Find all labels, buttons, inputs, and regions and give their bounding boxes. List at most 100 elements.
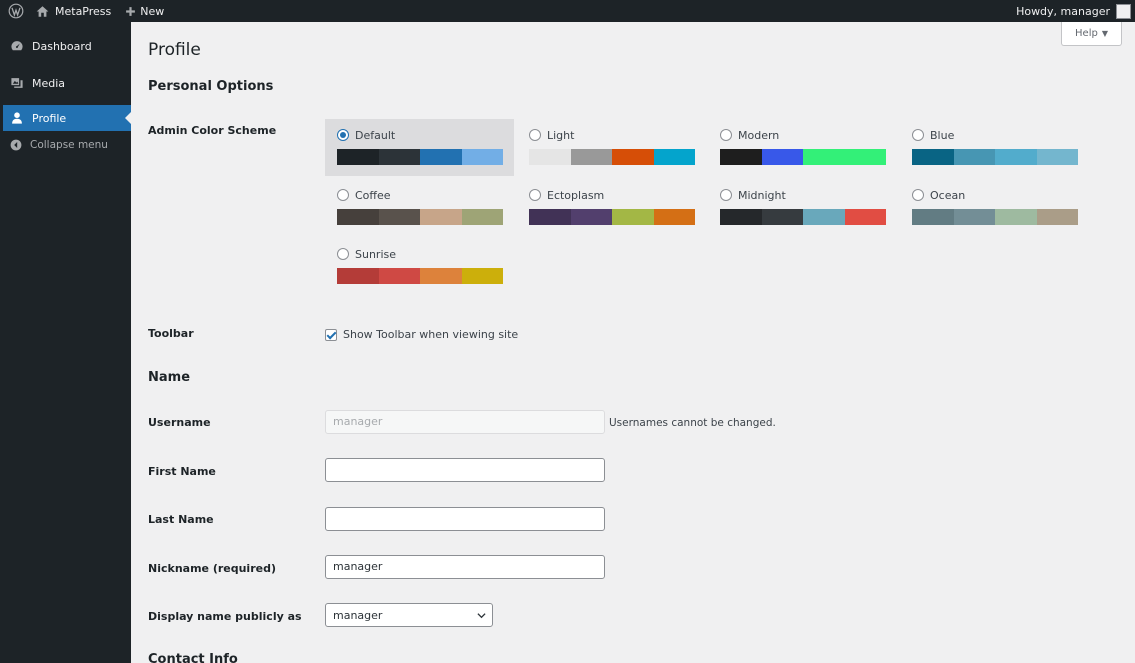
color-swatch bbox=[337, 268, 379, 284]
color-swatch bbox=[912, 209, 954, 225]
color-swatch bbox=[612, 149, 654, 165]
sidebar-item-dashboard[interactable]: Dashboard bbox=[0, 29, 131, 63]
page-title: Profile bbox=[148, 40, 201, 60]
color-scheme-option[interactable]: Light bbox=[517, 119, 706, 176]
show-toolbar-label[interactable]: Show Toolbar when viewing site bbox=[343, 328, 518, 341]
color-swatches bbox=[720, 209, 886, 225]
color-swatches bbox=[720, 149, 886, 165]
color-scheme-radio[interactable] bbox=[337, 129, 349, 141]
color-swatches bbox=[529, 149, 695, 165]
collapse-menu-button[interactable]: Collapse menu bbox=[0, 134, 131, 156]
color-swatch bbox=[803, 149, 845, 165]
username-note: Usernames cannot be changed. bbox=[609, 417, 776, 429]
site-name-link[interactable]: MetaPress bbox=[32, 0, 119, 22]
home-icon bbox=[36, 5, 49, 17]
color-scheme-option[interactable]: Blue bbox=[900, 119, 1089, 176]
color-scheme-radio[interactable] bbox=[337, 189, 349, 201]
wordpress-logo-icon[interactable] bbox=[0, 0, 32, 22]
color-swatches bbox=[337, 209, 503, 225]
collapse-menu-label: Collapse menu bbox=[30, 139, 108, 151]
label-first-name: First Name bbox=[148, 465, 216, 478]
help-button[interactable]: Help ▼ bbox=[1061, 22, 1122, 46]
color-scheme-option[interactable]: Ectoplasm bbox=[517, 179, 706, 236]
last-name-input[interactable] bbox=[325, 507, 605, 531]
color-scheme-option[interactable]: Ocean bbox=[900, 179, 1089, 236]
color-scheme-name: Ocean bbox=[930, 188, 966, 202]
color-swatch bbox=[461, 268, 503, 284]
color-swatch bbox=[378, 209, 420, 225]
color-scheme-name: Sunrise bbox=[355, 247, 397, 261]
color-swatch bbox=[995, 149, 1037, 165]
display-name-select[interactable]: manager bbox=[325, 603, 493, 627]
color-scheme-name: Modern bbox=[738, 128, 780, 142]
color-swatch bbox=[420, 268, 462, 284]
color-scheme-radio[interactable] bbox=[337, 248, 349, 260]
color-scheme-option[interactable]: Default bbox=[325, 119, 514, 176]
color-swatch bbox=[1036, 149, 1078, 165]
main-content: Help ▼ Profile Personal Options Admin Co… bbox=[131, 22, 1135, 663]
my-account-link[interactable]: Howdy, manager bbox=[1016, 0, 1135, 22]
color-scheme-radio[interactable] bbox=[912, 189, 924, 201]
color-swatch bbox=[761, 209, 803, 225]
color-scheme-radio[interactable] bbox=[529, 129, 541, 141]
color-swatch bbox=[844, 149, 886, 165]
color-scheme-name: Midnight bbox=[738, 188, 786, 202]
section-title-name: Name bbox=[148, 370, 191, 385]
color-swatch bbox=[953, 149, 995, 165]
sidebar-item-profile[interactable]: Profile bbox=[3, 105, 131, 131]
color-scheme-radio[interactable] bbox=[529, 189, 541, 201]
color-swatch bbox=[529, 149, 571, 165]
admin-bar: MetaPress New Howdy, manager bbox=[0, 0, 1135, 22]
help-label: Help bbox=[1075, 28, 1098, 39]
color-swatch bbox=[653, 149, 695, 165]
color-swatch bbox=[420, 209, 462, 225]
color-scheme-radio[interactable] bbox=[720, 129, 732, 141]
section-title-contact-info: Contact Info bbox=[148, 652, 238, 663]
color-swatch bbox=[337, 149, 379, 165]
username-input: manager bbox=[325, 410, 605, 434]
color-swatch bbox=[570, 209, 612, 225]
new-label: New bbox=[140, 4, 165, 18]
color-scheme-option[interactable]: Coffee bbox=[325, 179, 514, 236]
color-swatch bbox=[378, 149, 420, 165]
chevron-down-icon bbox=[477, 612, 486, 618]
color-swatches bbox=[912, 149, 1078, 165]
new-content-link[interactable]: New bbox=[119, 0, 170, 22]
display-name-selected-value: manager bbox=[333, 608, 383, 622]
label-admin-color-scheme: Admin Color Scheme bbox=[148, 124, 277, 137]
color-scheme-option[interactable]: Midnight bbox=[708, 179, 897, 236]
color-scheme-name: Ectoplasm bbox=[547, 188, 605, 202]
color-scheme-name: Default bbox=[355, 128, 396, 142]
show-toolbar-checkbox[interactable] bbox=[325, 328, 337, 341]
sidebar-item-media[interactable]: Media bbox=[0, 66, 131, 100]
color-scheme-name: Light bbox=[547, 128, 575, 142]
first-name-input[interactable] bbox=[325, 458, 605, 482]
caret-down-icon: ▼ bbox=[1101, 29, 1108, 38]
color-swatch bbox=[529, 209, 571, 225]
color-swatch bbox=[612, 209, 654, 225]
sidebar-item-label: Media bbox=[32, 76, 66, 90]
color-swatch bbox=[844, 209, 886, 225]
color-scheme-option[interactable]: Modern bbox=[708, 119, 897, 176]
color-scheme-radio[interactable] bbox=[720, 189, 732, 201]
toolbar-option: Show Toolbar when viewing site bbox=[325, 328, 518, 341]
color-swatch bbox=[1036, 209, 1078, 225]
color-swatches bbox=[529, 209, 695, 225]
color-swatch bbox=[461, 149, 503, 165]
label-display-name: Display name publicly as bbox=[148, 610, 302, 623]
color-swatch bbox=[720, 209, 762, 225]
admin-sidebar: Dashboard Media Profile Collapse menu bbox=[0, 22, 131, 663]
user-icon bbox=[12, 112, 22, 124]
color-swatch bbox=[653, 209, 695, 225]
label-nickname: Nickname (required) bbox=[148, 562, 276, 575]
color-scheme-radio[interactable] bbox=[912, 129, 924, 141]
color-swatch bbox=[337, 209, 379, 225]
label-username: Username bbox=[148, 416, 211, 429]
color-scheme-name: Coffee bbox=[355, 188, 391, 202]
nickname-input[interactable]: manager bbox=[325, 555, 605, 579]
collapse-arrow-icon bbox=[10, 139, 22, 151]
color-swatch bbox=[420, 149, 462, 165]
color-scheme-option[interactable]: Sunrise bbox=[325, 238, 514, 295]
color-swatches bbox=[337, 268, 503, 284]
media-icon bbox=[11, 78, 23, 88]
